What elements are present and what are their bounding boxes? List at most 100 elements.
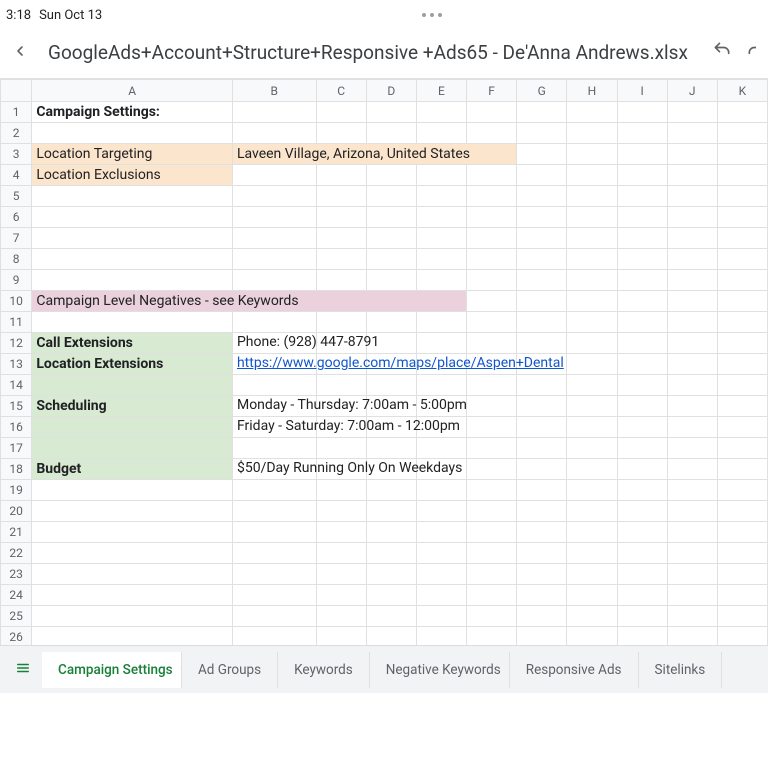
cell[interactable] bbox=[416, 627, 466, 646]
column-header[interactable]: A bbox=[32, 80, 233, 102]
cell[interactable] bbox=[316, 606, 366, 627]
cell[interactable] bbox=[517, 270, 567, 291]
cell[interactable] bbox=[617, 627, 667, 646]
cell[interactable] bbox=[467, 459, 517, 480]
cell[interactable] bbox=[316, 186, 366, 207]
cell[interactable] bbox=[32, 627, 233, 646]
cell[interactable] bbox=[32, 522, 233, 543]
column-header[interactable]: H bbox=[567, 80, 617, 102]
cell[interactable] bbox=[517, 522, 567, 543]
cell[interactable] bbox=[667, 585, 717, 606]
cell[interactable] bbox=[517, 165, 567, 186]
sheet-tab[interactable]: Keywords bbox=[278, 652, 370, 688]
cell[interactable] bbox=[567, 564, 617, 585]
cell[interactable] bbox=[416, 270, 466, 291]
cell[interactable] bbox=[617, 354, 667, 375]
cell[interactable]: $50/Day Running Only On Weekdays bbox=[232, 459, 316, 480]
cell[interactable] bbox=[617, 585, 667, 606]
cell[interactable] bbox=[667, 564, 717, 585]
cell[interactable] bbox=[717, 564, 767, 585]
cell[interactable] bbox=[467, 312, 517, 333]
cell[interactable] bbox=[416, 375, 466, 396]
cell[interactable] bbox=[517, 249, 567, 270]
cell[interactable] bbox=[232, 585, 316, 606]
cell[interactable] bbox=[567, 333, 617, 354]
cell[interactable] bbox=[316, 480, 366, 501]
cell[interactable] bbox=[467, 207, 517, 228]
cell[interactable] bbox=[366, 270, 416, 291]
cell[interactable] bbox=[567, 249, 617, 270]
cell[interactable] bbox=[667, 354, 717, 375]
cell[interactable] bbox=[567, 354, 617, 375]
cell[interactable] bbox=[667, 501, 717, 522]
cell[interactable] bbox=[32, 186, 233, 207]
cell[interactable] bbox=[366, 207, 416, 228]
redo-button[interactable] bbox=[746, 40, 756, 65]
cell[interactable] bbox=[667, 249, 717, 270]
cell[interactable] bbox=[517, 312, 567, 333]
sheet-tab[interactable]: Campaign Settings▼ bbox=[42, 652, 182, 688]
cell[interactable] bbox=[567, 144, 617, 165]
cell[interactable] bbox=[567, 459, 617, 480]
column-header[interactable]: D bbox=[366, 80, 416, 102]
cell[interactable] bbox=[467, 606, 517, 627]
cell[interactable] bbox=[316, 543, 366, 564]
cell[interactable] bbox=[316, 585, 366, 606]
cell[interactable] bbox=[617, 438, 667, 459]
cell[interactable] bbox=[232, 627, 316, 646]
row-header[interactable]: 22 bbox=[1, 543, 32, 564]
cell[interactable] bbox=[567, 585, 617, 606]
cell[interactable] bbox=[316, 627, 366, 646]
row-header[interactable]: 18 bbox=[1, 459, 32, 480]
row-header[interactable]: 21 bbox=[1, 522, 32, 543]
cell[interactable] bbox=[232, 501, 316, 522]
cell[interactable] bbox=[316, 249, 366, 270]
cell[interactable] bbox=[467, 102, 517, 123]
cell[interactable] bbox=[232, 228, 316, 249]
row-header[interactable]: 2 bbox=[1, 123, 32, 144]
cell[interactable] bbox=[32, 123, 233, 144]
cell[interactable] bbox=[467, 396, 517, 417]
row-header[interactable]: 20 bbox=[1, 501, 32, 522]
cell[interactable] bbox=[617, 459, 667, 480]
sheet-tab[interactable]: Sitelinks bbox=[639, 652, 723, 688]
cell[interactable] bbox=[567, 186, 617, 207]
cell[interactable] bbox=[32, 249, 233, 270]
row-header[interactable]: 4 bbox=[1, 165, 32, 186]
column-header[interactable]: B bbox=[232, 80, 316, 102]
cell[interactable] bbox=[366, 585, 416, 606]
cell[interactable]: Campaign Settings: bbox=[32, 102, 233, 123]
cell[interactable] bbox=[366, 375, 416, 396]
cell[interactable] bbox=[717, 375, 767, 396]
spreadsheet-grid[interactable]: ABCDEFGHIJK 1Campaign Settings:23Locatio… bbox=[0, 78, 768, 645]
cell[interactable] bbox=[467, 480, 517, 501]
cell[interactable] bbox=[667, 333, 717, 354]
cell[interactable] bbox=[366, 606, 416, 627]
cell[interactable] bbox=[667, 144, 717, 165]
cell[interactable] bbox=[416, 312, 466, 333]
cell[interactable]: Location Targeting bbox=[32, 144, 233, 165]
cell[interactable] bbox=[232, 207, 316, 228]
cell[interactable] bbox=[366, 102, 416, 123]
cell[interactable] bbox=[567, 270, 617, 291]
cell[interactable] bbox=[667, 417, 717, 438]
cell[interactable] bbox=[517, 186, 567, 207]
cell[interactable] bbox=[617, 564, 667, 585]
cell[interactable] bbox=[416, 249, 466, 270]
cell[interactable] bbox=[717, 438, 767, 459]
cell[interactable] bbox=[567, 396, 617, 417]
cell[interactable]: Call Extensions bbox=[32, 333, 233, 354]
cell[interactable] bbox=[467, 186, 517, 207]
cell[interactable] bbox=[667, 375, 717, 396]
cell[interactable] bbox=[667, 459, 717, 480]
cell[interactable] bbox=[617, 270, 667, 291]
row-header[interactable]: 9 bbox=[1, 270, 32, 291]
cell[interactable] bbox=[366, 123, 416, 144]
cell[interactable] bbox=[366, 480, 416, 501]
cell[interactable] bbox=[667, 123, 717, 144]
cell[interactable] bbox=[32, 207, 233, 228]
cell[interactable] bbox=[567, 228, 617, 249]
column-header[interactable]: F bbox=[467, 80, 517, 102]
cell[interactable] bbox=[717, 249, 767, 270]
cell[interactable] bbox=[232, 606, 316, 627]
